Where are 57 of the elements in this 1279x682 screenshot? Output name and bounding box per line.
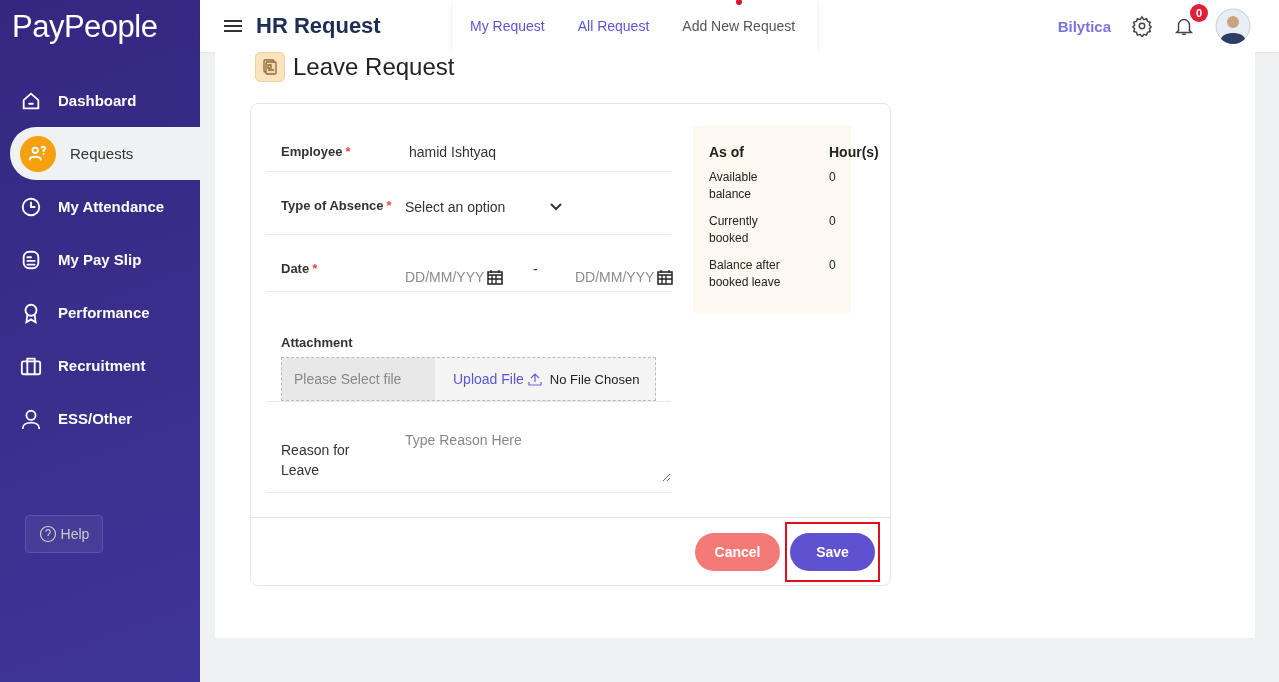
chevron-down-icon <box>550 203 563 211</box>
avatar[interactable] <box>1215 8 1251 44</box>
upload-icon <box>527 372 542 386</box>
required-mark: * <box>345 144 351 159</box>
tab[interactable]: My Request <box>461 18 554 34</box>
page-header-title: HR Request <box>256 13 382 39</box>
field-label: Reason for Leave <box>281 441 351 480</box>
sidebar-item[interactable]: ESS/Other <box>0 392 200 445</box>
menu-icon <box>20 407 42 430</box>
absence-dropdown[interactable]: Select an option <box>405 199 563 215</box>
sidebar-item[interactable]: My Attendance <box>0 180 200 233</box>
settings-icon[interactable] <box>1131 15 1153 37</box>
field-label: Employee * <box>281 144 352 159</box>
date-field[interactable]: DD/MM/YYY <box>405 269 487 285</box>
help-button[interactable]: Help <box>25 515 103 553</box>
balance-label: Available balance <box>709 169 759 203</box>
sidebar-item[interactable]: Recruitment <box>0 339 200 392</box>
section-title: Leave Request <box>293 53 455 81</box>
menu-icon[interactable] <box>224 19 242 33</box>
balance-label: Currently booked <box>709 213 759 247</box>
date-field[interactable]: DD/MM/YYY <box>575 269 657 285</box>
field-label: Type of Absence * <box>281 198 393 213</box>
document-icon <box>255 52 285 82</box>
balance-heading: As of <box>709 144 745 161</box>
calendar-icon <box>657 269 673 285</box>
tab[interactable]: All Request <box>568 18 659 34</box>
notification-badge: 0 <box>1190 4 1208 22</box>
hours-heading: Hour(s) <box>829 144 879 161</box>
company-link[interactable]: Bilytica <box>1057 17 1111 35</box>
date-separator: - <box>532 261 539 277</box>
balance-value: 0 <box>829 213 836 230</box>
balance-value: 0 <box>829 257 836 274</box>
active-indicator <box>735 0 742 5</box>
sidebar-item[interactable]: Dashboard <box>0 74 200 127</box>
logo[interactable]: PayPeople <box>0 0 200 60</box>
upload-file-link[interactable]: Upload File <box>453 371 542 387</box>
required-mark: * <box>312 261 318 276</box>
required-mark: * <box>386 198 392 213</box>
reason-textarea[interactable]: Type Reason Here <box>405 432 671 482</box>
field-label: Date * <box>281 261 319 276</box>
sidebar-item[interactable]: Requests <box>10 127 200 180</box>
menu-icon <box>20 135 56 172</box>
file-upload-field[interactable]: Please Select file Upload File No File Chosen <box>281 357 656 401</box>
balance-value: 0 <box>829 169 836 186</box>
menu-icon <box>20 195 42 218</box>
menu-icon <box>20 248 42 271</box>
sidebar-item[interactable]: Performance <box>0 286 200 339</box>
file-name-field[interactable]: Please Select file <box>282 358 435 400</box>
help-icon <box>38 525 57 543</box>
balance-label: Balance after booked leave <box>709 257 782 291</box>
calendar-icon <box>487 269 503 285</box>
file-status: No File Chosen <box>549 371 640 387</box>
employee-field[interactable]: hamid Ishtyaq <box>409 144 497 160</box>
tab[interactable]: Add New Request <box>673 18 805 34</box>
field-label: Attachment <box>281 335 354 350</box>
sidebar-item[interactable]: My Pay Slip <box>0 233 200 286</box>
save-button[interactable]: Save <box>790 533 875 571</box>
